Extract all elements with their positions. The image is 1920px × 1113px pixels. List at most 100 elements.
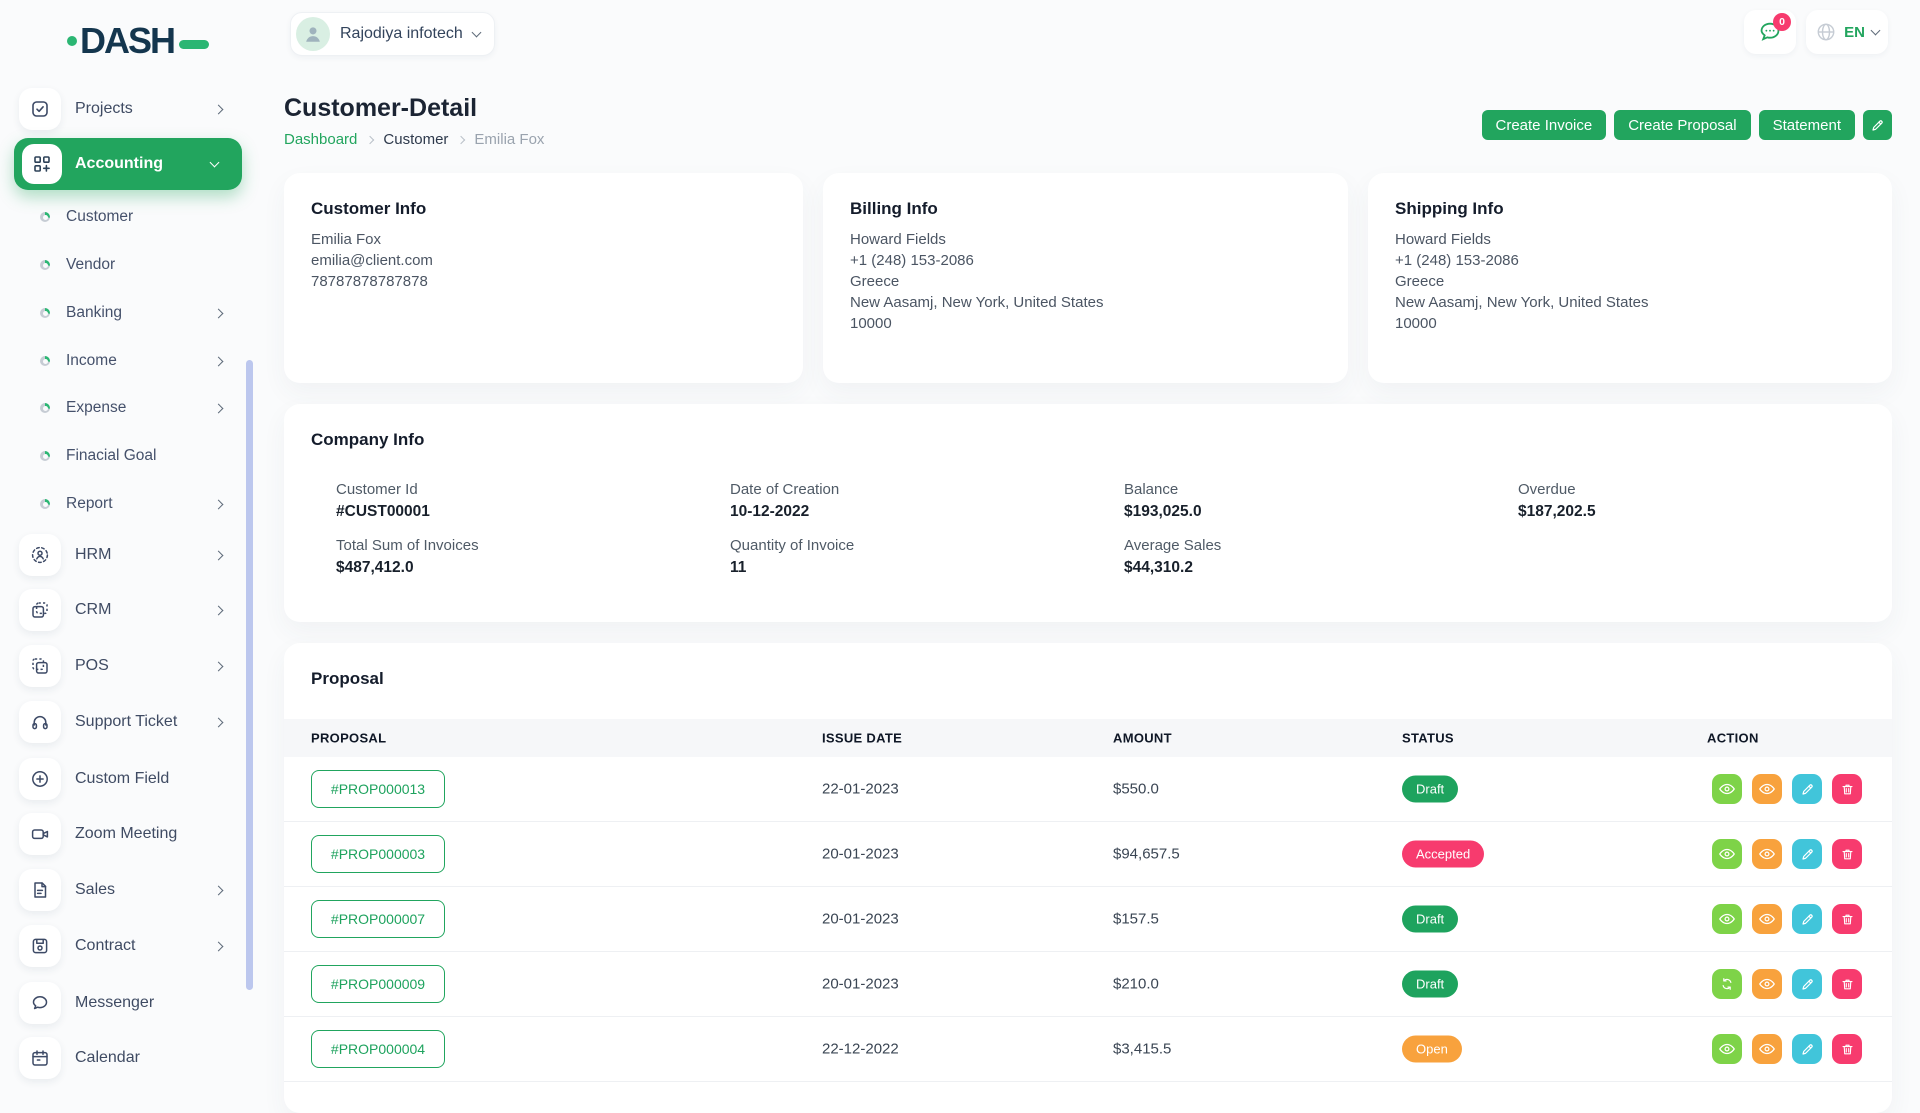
sidebar-item-accounting[interactable]: Accounting: [14, 138, 242, 190]
sidebar-item-label: Contract: [75, 937, 135, 955]
proposal-id-link[interactable]: #PROP000004: [311, 1030, 445, 1068]
chevron-down-icon: [1870, 25, 1880, 35]
proposal-id-link[interactable]: #PROP000013: [311, 770, 445, 808]
delete-button[interactable]: [1832, 969, 1862, 999]
field-label: Balance: [1124, 481, 1202, 498]
chevron-right-icon: [214, 941, 224, 951]
eye-icon: [1758, 780, 1776, 798]
language-selector[interactable]: EN: [1806, 10, 1888, 54]
sidebar-item-zoom-meeting[interactable]: Zoom Meeting: [0, 812, 246, 856]
chevron-right-icon: [214, 104, 224, 114]
sidebar-subitem-income[interactable]: Income: [0, 339, 246, 383]
sidebar-subitem-report[interactable]: Report: [0, 482, 246, 526]
sidebar-item-contract[interactable]: Contract: [0, 924, 246, 968]
proposal-id-link[interactable]: #PROP000007: [311, 900, 445, 938]
delete-button[interactable]: [1832, 904, 1862, 934]
sidebar-item-sales[interactable]: Sales: [0, 868, 246, 912]
proposal-id-link[interactable]: #PROP000009: [311, 965, 445, 1003]
column-header-issue-date: ISSUE DATE: [822, 731, 902, 746]
field-label: Date of Creation: [730, 481, 839, 498]
sidebar-item-support-ticket[interactable]: Support Ticket: [0, 700, 246, 744]
statement-button[interactable]: Statement: [1759, 110, 1855, 140]
breadcrumb-dashboard[interactable]: Dashboard: [284, 131, 357, 148]
billing-address: New Aasamj, New York, United States: [850, 292, 1103, 313]
sidebar-item-label: Projects: [75, 100, 133, 118]
edit-button[interactable]: [1792, 904, 1822, 934]
field-value: $44,310.2: [1124, 559, 1221, 577]
issue-date: 20-01-2023: [822, 846, 899, 863]
trash-icon: [1840, 782, 1855, 797]
sidebar-item-label: Banking: [66, 304, 122, 322]
preview-button[interactable]: [1752, 1034, 1782, 1064]
refresh-icon: [1719, 976, 1735, 992]
messages-button[interactable]: 0: [1744, 10, 1796, 54]
sidebar-subitem-expense[interactable]: Expense: [0, 386, 246, 430]
preview-button[interactable]: [1752, 839, 1782, 869]
bullet-icon: [40, 308, 50, 318]
edit-button[interactable]: [1792, 774, 1822, 804]
delete-button[interactable]: [1832, 774, 1862, 804]
sidebar-scrollbar[interactable]: [246, 360, 253, 990]
workspace-name: Rajodiya infotech: [340, 25, 463, 43]
amount: $550.0: [1113, 781, 1159, 798]
shipping-name: Howard Fields: [1395, 229, 1648, 250]
chevron-right-icon: [366, 136, 374, 144]
edit-customer-button[interactable]: [1863, 110, 1892, 140]
billing-country: Greece: [850, 271, 1103, 292]
sidebar-item-label: Finacial Goal: [66, 447, 156, 465]
field-value: $487,412.0: [336, 559, 479, 577]
preview-button[interactable]: [1752, 904, 1782, 934]
preview-button[interactable]: [1752, 969, 1782, 999]
chevron-right-icon: [214, 499, 224, 509]
delete-button[interactable]: [1832, 1034, 1862, 1064]
sidebar-item-calendar[interactable]: Calendar: [0, 1036, 246, 1080]
convert-button[interactable]: [1712, 969, 1742, 999]
app-logo[interactable]: DASH: [67, 20, 209, 62]
sidebar-item-label: Expense: [66, 399, 126, 417]
workspace-switcher[interactable]: Rajodiya infotech: [290, 12, 495, 56]
sidebar-item-messenger[interactable]: Messenger: [0, 981, 246, 1025]
create-invoice-button[interactable]: Create Invoice: [1482, 110, 1607, 140]
eye-icon: [1758, 845, 1776, 863]
sidebar-item-projects[interactable]: Projects: [0, 87, 246, 131]
proposal-id-link[interactable]: #PROP000003: [311, 835, 445, 873]
sidebar-item-hrm[interactable]: HRM: [0, 533, 246, 577]
sidebar-subitem-finacial-goal[interactable]: Finacial Goal: [0, 434, 246, 478]
delete-button[interactable]: [1832, 839, 1862, 869]
sidebar-item-pos[interactable]: POS: [0, 644, 246, 688]
preview-button[interactable]: [1752, 774, 1782, 804]
section-title: Proposal: [311, 669, 384, 689]
sidebar-subitem-banking[interactable]: Banking: [0, 291, 246, 335]
pencil-icon: [1800, 782, 1815, 797]
field-quantity-invoice: Quantity of Invoice 11: [730, 537, 854, 577]
view-button[interactable]: [1712, 904, 1742, 934]
edit-button[interactable]: [1792, 1034, 1822, 1064]
sidebar-item-custom-field[interactable]: Custom Field: [0, 757, 246, 801]
sidebar-subitem-customer[interactable]: Customer: [0, 195, 246, 239]
chevron-right-icon: [457, 136, 465, 144]
language-code: EN: [1844, 24, 1865, 41]
pencil-icon: [1800, 912, 1815, 927]
trash-icon: [1840, 847, 1855, 862]
headset-icon: [19, 701, 61, 743]
table-row: #PROP000003 20-01-2023 $94,657.5 Accepte…: [284, 822, 1892, 887]
eye-icon: [1718, 845, 1736, 863]
sidebar-subitem-vendor[interactable]: Vendor: [0, 243, 246, 287]
view-button[interactable]: [1712, 774, 1742, 804]
sidebar-item-label: Sales: [75, 881, 115, 899]
trash-icon: [1840, 912, 1855, 927]
edit-button[interactable]: [1792, 839, 1822, 869]
chevron-right-icon: [214, 661, 224, 671]
edit-button[interactable]: [1792, 969, 1822, 999]
header-actions: Create Invoice Create Proposal Statement: [1482, 110, 1893, 140]
breadcrumb-customer[interactable]: Customer: [383, 131, 448, 148]
sidebar-item-label: Messenger: [75, 994, 154, 1012]
shipping-address: New Aasamj, New York, United States: [1395, 292, 1648, 313]
sidebar-item-crm[interactable]: CRM: [0, 588, 246, 632]
chevron-right-icon: [214, 403, 224, 413]
view-button[interactable]: [1712, 839, 1742, 869]
eye-icon: [1718, 780, 1736, 798]
shipping-zip: 10000: [1395, 313, 1648, 334]
create-proposal-button[interactable]: Create Proposal: [1614, 110, 1750, 140]
view-button[interactable]: [1712, 1034, 1742, 1064]
